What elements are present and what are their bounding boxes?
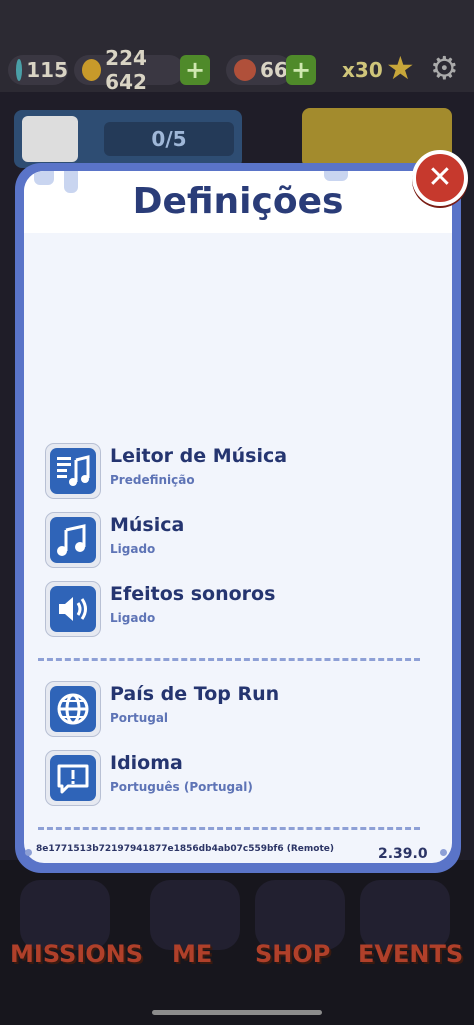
decorative-dot [440,849,447,856]
close-button[interactable]: ✕ [412,150,468,206]
setting-sound-effects[interactable]: Efeitos sonoros Ligado [45,581,425,637]
nav-events[interactable]: EVENTS [358,940,463,968]
setting-top-run-country[interactable]: País de Top Run Portugal [45,681,425,737]
dialog-header: Definições [24,171,452,233]
paint-drip [324,171,348,181]
setting-music-player[interactable]: Leitor de Música Predefinição [45,443,425,499]
coins-value: 224 642 [105,46,147,94]
app-version: 2.39.0 [378,846,428,862]
speaker-icon [59,597,87,621]
setting-label: País de Top Run [110,683,280,705]
keys-value: 115 [26,58,68,82]
setting-value: Portugal [110,711,169,725]
coin-icon [82,59,102,81]
boards-value: 66 [260,58,288,82]
setting-label: Efeitos sonoros [110,583,276,605]
setting-language[interactable]: Idioma Português (Portugal) [45,750,425,806]
setting-label: Idioma [110,752,183,774]
add-boards-button[interactable]: + [286,55,316,85]
globe-icon [57,693,89,725]
coins-counter: 224 642 [74,46,184,94]
hoverboard-icon [234,59,256,81]
gear-icon[interactable]: ⚙ [430,52,459,84]
paint-drip [64,171,78,193]
paint-drip [34,171,54,185]
keys-counter: 115 [8,55,68,85]
challenge-progress: 0/5 [104,122,234,156]
score-multiplier: x30 [342,58,383,82]
music-note-icon [57,524,86,556]
music-toggle-button[interactable] [45,512,101,568]
section-divider [38,827,420,830]
setting-value: Predefinição [110,473,195,487]
nav-me[interactable]: ME [172,940,212,968]
daily-challenge-banner[interactable]: 0/5 [14,110,242,168]
setting-value: Ligado [110,542,156,556]
boards-counter: 66 [226,55,292,85]
setting-music[interactable]: Música Ligado [45,512,425,568]
setting-value: Português (Portugal) [110,780,253,794]
nav-missions[interactable]: MISSIONS [10,940,143,968]
nav-shop[interactable]: SHOP [255,940,330,968]
decorative-dot [25,849,32,856]
key-icon [16,59,23,81]
home-indicator[interactable] [152,1010,322,1015]
language-icon [57,764,89,794]
dialog-title: Definições [132,181,344,222]
music-player-icon [57,455,90,486]
mystery-box-icon [22,116,78,162]
star-icon[interactable]: ★ [386,52,415,84]
language-button[interactable] [45,750,101,806]
setting-label: Leitor de Música [110,445,288,467]
build-id: 8e1771513b72197941877e1856db4ab07c559bf6… [36,844,334,854]
music-player-button[interactable] [45,443,101,499]
close-icon: ✕ [427,160,453,195]
setting-value: Ligado [110,611,156,625]
add-coins-button[interactable]: + [180,55,210,85]
country-button[interactable] [45,681,101,737]
section-divider [38,658,420,661]
setting-label: Música [110,514,185,536]
sound-effects-toggle-button[interactable] [45,581,101,637]
